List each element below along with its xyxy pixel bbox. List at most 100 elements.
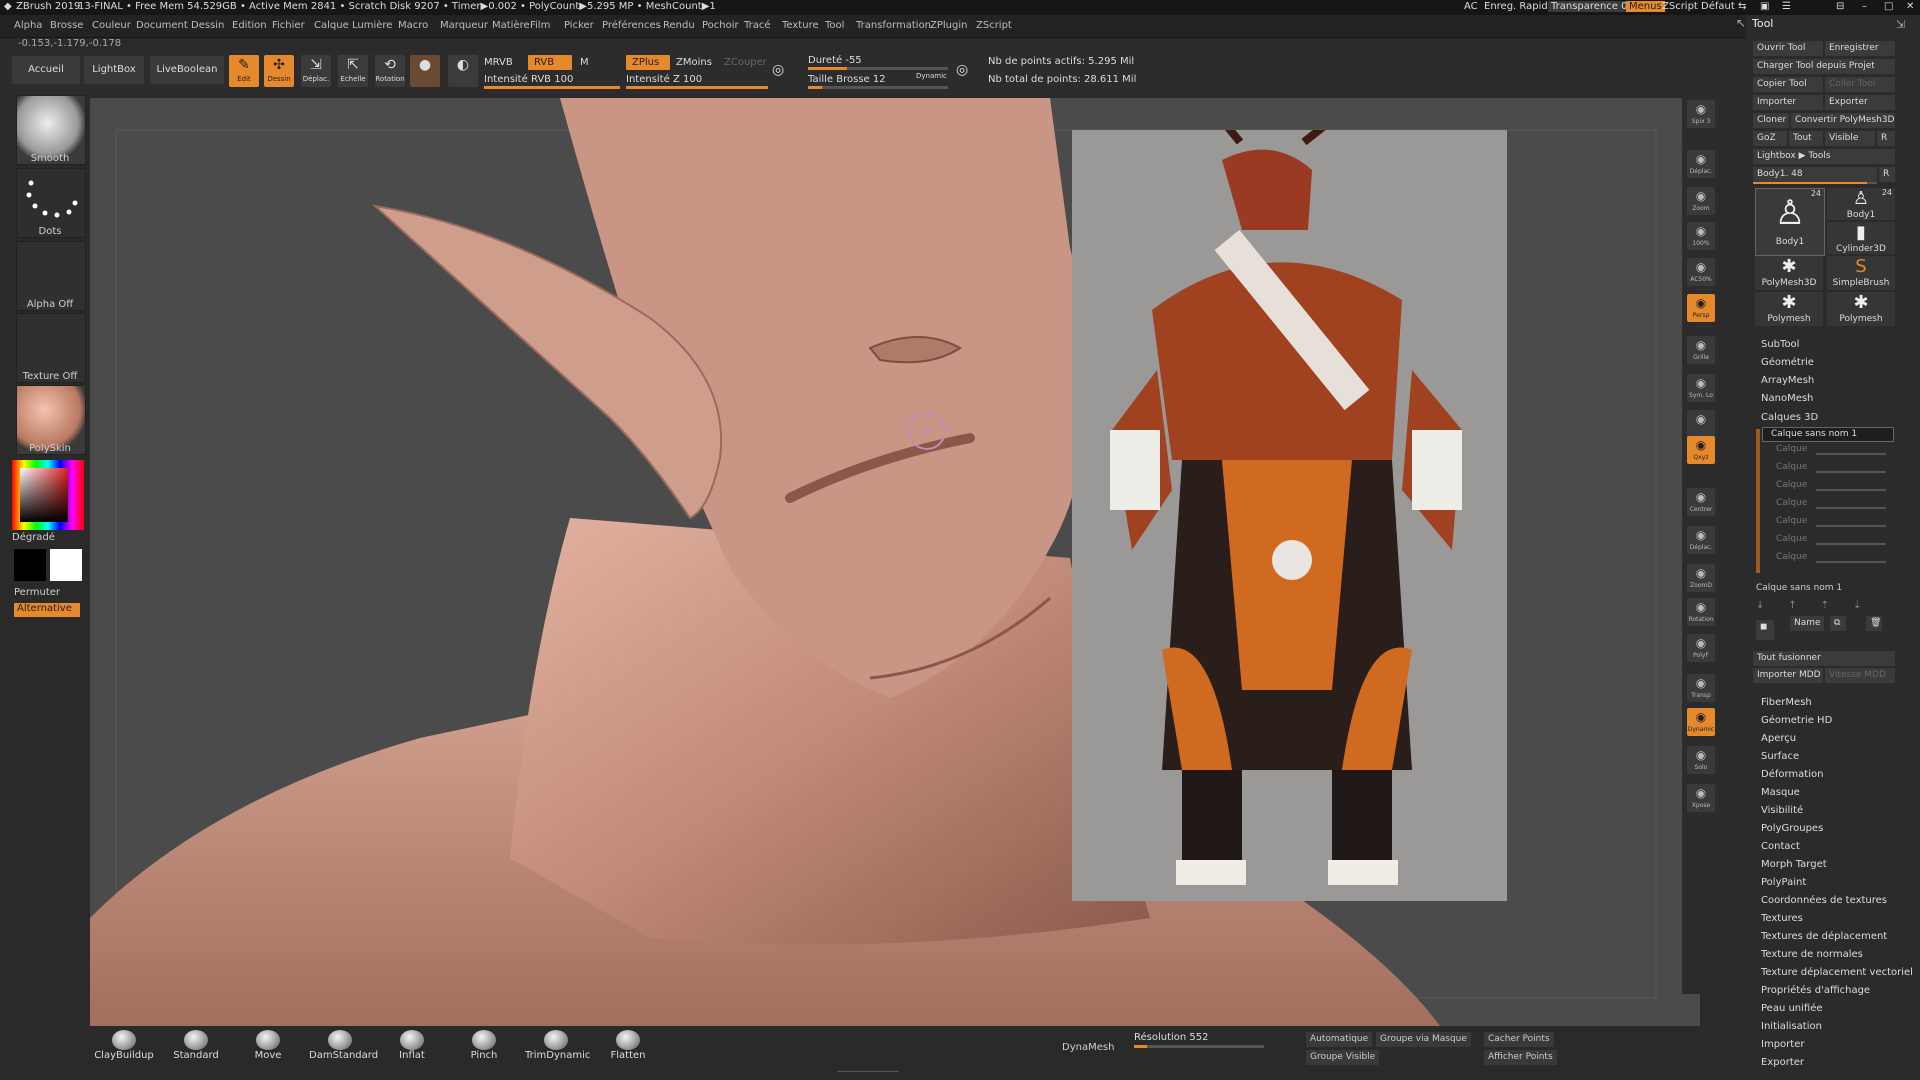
view-button-8[interactable]: ◉	[1687, 410, 1715, 438]
copy-tool-button[interactable]: Copier Tool	[1753, 77, 1823, 92]
texture-swatch-button[interactable]: ◐	[448, 55, 478, 87]
view-button-15[interactable]: ◉ Transp	[1687, 674, 1715, 702]
brush-claybuildup[interactable]: ClayBuildup	[93, 1030, 155, 1061]
close-icon[interactable]: ✕	[1906, 1, 1914, 12]
tool-section-calques-3d[interactable]: Calques 3D	[1761, 412, 1818, 423]
brush-move[interactable]: Move	[237, 1030, 299, 1061]
tool-panel-popout-icon[interactable]: ⇲	[1896, 18, 1905, 31]
tool-section-13[interactable]: Textures de déplacement	[1761, 931, 1887, 942]
dynamic-toggle[interactable]: Dynamic	[916, 72, 947, 80]
layer-strength-slider[interactable]	[1816, 543, 1886, 545]
view-button-3[interactable]: ◉ 100%	[1687, 222, 1715, 250]
mdd-speed-slider[interactable]: Vitesse MDD	[1825, 668, 1895, 683]
tool-thumbnail-5[interactable]: ✱ Polymesh	[1755, 292, 1823, 326]
view-button-12[interactable]: ◉ ZoomD	[1687, 564, 1715, 592]
view-button-11[interactable]: ◉ Déplac.	[1687, 526, 1715, 554]
load-from-project-button[interactable]: Charger Tool depuis Projet	[1753, 59, 1895, 74]
menus-button[interactable]: Menus	[1626, 1, 1665, 12]
view-button-17[interactable]: ◉ Solo	[1687, 746, 1715, 774]
hide-points-button[interactable]: Cacher Points	[1484, 1032, 1554, 1047]
layer-row[interactable]: Calque	[1776, 534, 1886, 549]
layer-row[interactable]: Calque	[1776, 462, 1886, 477]
layer-list-scrollbar[interactable]	[1756, 429, 1760, 573]
layer-row[interactable]: Calque	[1776, 498, 1886, 513]
menu-item-3[interactable]: Document	[136, 20, 188, 31]
rotate-button[interactable]: ⟲ Rotation	[375, 55, 405, 87]
menu-item-0[interactable]: Alpha	[14, 20, 42, 31]
tool-section-0[interactable]: FiberMesh	[1761, 697, 1812, 708]
move-button[interactable]: ⇲ Déplac.	[301, 55, 331, 87]
menu-item-10[interactable]: Marqueur	[440, 20, 488, 31]
menu-item-8[interactable]: Lumière	[352, 20, 392, 31]
liveboolean-button[interactable]: LiveBoolean	[150, 56, 224, 84]
tool-section-nanomesh[interactable]: NanoMesh	[1761, 393, 1813, 404]
clone-button[interactable]: Cloner	[1753, 113, 1789, 128]
tool-section-16[interactable]: Propriétés d'affichage	[1761, 985, 1870, 996]
show-points-button[interactable]: Afficher Points	[1484, 1050, 1557, 1065]
swap-colors-button[interactable]: Permuter	[14, 587, 60, 598]
color-picker-hue[interactable]	[12, 460, 84, 530]
scale-button[interactable]: ⇱ Echelle	[338, 55, 368, 87]
quicksave-button[interactable]: Enreg. Rapide	[1484, 1, 1554, 12]
transparency-slider[interactable]: Transparence 0	[1548, 1, 1631, 12]
view-button-4[interactable]: ◉ AC50%	[1687, 258, 1715, 286]
tool-section-10[interactable]: PolyPaint	[1761, 877, 1806, 888]
zadd-toggle[interactable]: ZPlus	[626, 55, 670, 70]
menu-item-5[interactable]: Edition	[232, 20, 267, 31]
brush-flatten[interactable]: Flatten	[597, 1030, 659, 1061]
rgb-intensity-slider[interactable]	[484, 86, 620, 89]
layer-strength-slider[interactable]	[1816, 525, 1886, 527]
view-button-2[interactable]: ◉ Zoom	[1687, 187, 1715, 215]
save-tool-button[interactable]: Enregistrer	[1825, 41, 1895, 56]
tool-panel-pin-icon[interactable]: ↖	[1736, 16, 1746, 30]
tool-section-3[interactable]: Surface	[1761, 751, 1799, 762]
import-button[interactable]: Importer	[1753, 95, 1823, 110]
current-tool-r-button[interactable]: R	[1879, 167, 1895, 182]
dynamesh-button[interactable]: DynaMesh	[1062, 1042, 1114, 1053]
view-button-7[interactable]: ◉ Sym. Lo	[1687, 374, 1715, 402]
goz-button[interactable]: GoZ	[1753, 131, 1787, 146]
home-button[interactable]: Accueil	[12, 56, 80, 84]
view-button-18[interactable]: ◉ Xpose	[1687, 784, 1715, 812]
layer-row[interactable]: Calque	[1776, 516, 1886, 531]
menu-item-2[interactable]: Couleur	[92, 20, 131, 31]
tool-section-2[interactable]: Aperçu	[1761, 733, 1796, 744]
export-button[interactable]: Exporter	[1825, 95, 1895, 110]
import-mdd-button[interactable]: Importer MDD	[1753, 668, 1823, 683]
tool-section-6[interactable]: Visibilité	[1761, 805, 1803, 816]
current-tool-slider[interactable]: Body1. 48	[1753, 167, 1877, 182]
z-intensity-slider[interactable]	[626, 86, 768, 89]
focal-shift-icon[interactable]: ◎	[772, 62, 784, 78]
help-icon[interactable]: ⇆	[1738, 1, 1746, 12]
brush-trimdynamic[interactable]: TrimDynamic	[525, 1030, 590, 1061]
menu-item-1[interactable]: Brosse	[50, 20, 83, 31]
default-zscript-button[interactable]: ZScript Défaut	[1662, 1, 1735, 12]
brush-damstandard[interactable]: DamStandard	[309, 1030, 378, 1061]
alternate-button[interactable]: Alternative	[14, 603, 80, 617]
view-button-16[interactable]: ◉ Dynamic	[1687, 708, 1715, 736]
layer-strength-slider[interactable]	[1816, 507, 1886, 509]
layout-icon[interactable]: ☰	[1782, 1, 1791, 12]
auto-groups-button[interactable]: Automatique	[1306, 1032, 1373, 1047]
menu-item-22[interactable]: ZScript	[976, 20, 1012, 31]
layer-row[interactable]: Calque	[1776, 552, 1886, 567]
tool-section-arraymesh[interactable]: ArrayMesh	[1761, 375, 1814, 386]
layer-new-button[interactable]: ◼	[1756, 620, 1774, 640]
tool-section-1[interactable]: Géometrie HD	[1761, 715, 1832, 726]
view-button-0[interactable]: ◉ Spix 3	[1687, 100, 1715, 128]
layer-arrows[interactable]: ↓↑⇡⇣	[1756, 600, 1896, 611]
tool-section-17[interactable]: Peau unifiée	[1761, 1003, 1823, 1014]
layer-strength-slider[interactable]	[1816, 471, 1886, 473]
view-button-5[interactable]: ◉ Persp	[1687, 294, 1715, 322]
menu-item-12[interactable]: Film	[530, 20, 550, 31]
tool-section-20[interactable]: Exporter	[1761, 1057, 1804, 1068]
lock-ui-icon[interactable]: ⊟	[1836, 1, 1844, 12]
bake-all-button[interactable]: Tout fusionner	[1753, 651, 1895, 666]
brush-inflat[interactable]: Inflat	[381, 1030, 443, 1061]
shelf-expand-handle[interactable]	[837, 1071, 899, 1076]
maximize-icon[interactable]: □	[1884, 1, 1893, 12]
restore-icon[interactable]: ▣	[1760, 1, 1769, 12]
view-button-14[interactable]: ◉ PolyF	[1687, 634, 1715, 662]
paste-tool-button[interactable]: Coller Tool	[1825, 77, 1895, 92]
tool-thumbnail-3[interactable]: ✱ PolyMesh3D	[1755, 256, 1823, 290]
